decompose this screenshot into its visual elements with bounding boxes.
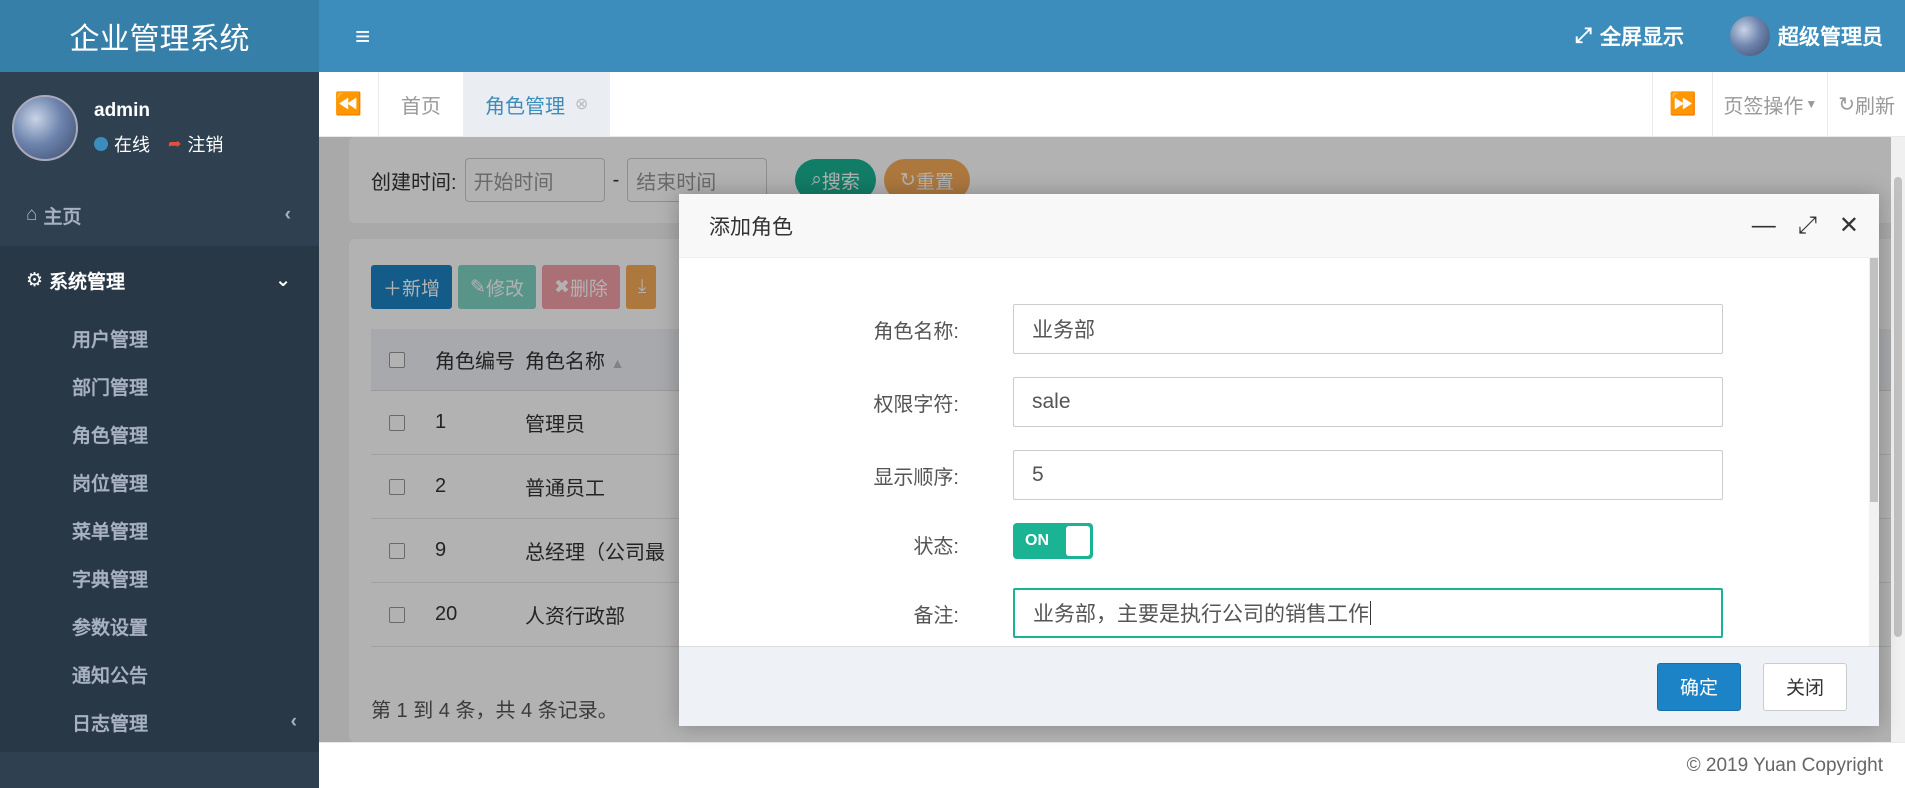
caret-down-icon: ▼: [1805, 97, 1818, 111]
dialog-title: 添加角色: [709, 215, 793, 239]
user-name: admin: [94, 99, 150, 121]
fullscreen-button[interactable]: ⤢ 全屏显示: [1575, 21, 1684, 51]
status-label: 状态:: [913, 536, 959, 558]
tab-label: 角色管理: [485, 95, 565, 118]
sidebar-item-label: 日志管理: [72, 713, 149, 735]
close-tab-icon[interactable]: ⊗: [575, 94, 588, 114]
expand-icon: ⤢: [1575, 24, 1592, 47]
tab-ops-label: 页签操作: [1723, 95, 1804, 118]
gear-icon: ⚙: [26, 269, 44, 291]
dialog-scrollbar-thumb[interactable]: [1870, 258, 1878, 502]
dialog-scrollbar[interactable]: [1869, 258, 1879, 646]
copyright-text: © 2019 Yuan Copyright: [1686, 754, 1883, 776]
fullscreen-label: 全屏显示: [1600, 26, 1684, 49]
sidebar-item-home[interactable]: ⌂ 主页 ‹: [0, 184, 319, 246]
display-order-label: 显示顺序:: [873, 466, 959, 489]
role-key-input[interactable]: sale: [1013, 377, 1723, 427]
page-scrollbar[interactable]: [1891, 137, 1905, 742]
minimize-icon[interactable]: —: [1752, 212, 1776, 240]
chevron-down-icon: ⌄: [275, 269, 291, 291]
dialog-header: 添加角色 — ⤢ ✕: [679, 194, 1879, 258]
sidebar-item-menus[interactable]: 菜单管理: [0, 506, 319, 554]
sidebar-item-dictionary[interactable]: 字典管理: [0, 554, 319, 602]
sidebar-item-logs[interactable]: 日志管理 ‹: [0, 698, 319, 746]
sidebar-item-roles[interactable]: 角色管理: [0, 410, 319, 458]
sidebar-item-system[interactable]: ⚙ 系统管理 ⌄: [0, 246, 319, 314]
logout-icon[interactable]: ➦: [168, 134, 181, 154]
toggle-knob: [1066, 525, 1090, 556]
user-avatar: [12, 95, 78, 161]
admin-user-menu[interactable]: 超级管理员: [1730, 16, 1883, 56]
role-key-label: 权限字符:: [873, 393, 959, 416]
tab-operations-dropdown[interactable]: 页签操作 ▼: [1712, 72, 1827, 136]
role-name-label: 角色名称:: [873, 320, 959, 343]
refresh-icon: ↻: [1838, 93, 1855, 116]
text-caret: [1370, 601, 1371, 625]
tabs-scroll-left-icon[interactable]: ⏪: [319, 72, 379, 136]
remark-label: 备注:: [913, 604, 959, 627]
tab-role-management[interactable]: 角色管理 ⊗: [463, 72, 611, 136]
refresh-button[interactable]: ↻ 刷新: [1827, 72, 1905, 136]
refresh-label: 刷新: [1855, 95, 1895, 118]
remark-value: 业务部，主要是执行公司的销售工作: [1033, 603, 1369, 626]
admin-name: 超级管理员: [1778, 26, 1883, 49]
dialog-body: 角色名称: 业务部 权限字符: sale 显示顺序: 5 状态: ON 备注: …: [679, 258, 1879, 646]
sidebar-item-label: 主页: [43, 206, 82, 228]
online-status: 在线: [114, 134, 150, 155]
top-header: ≡ ⤢ 全屏显示 超级管理员: [319, 0, 1905, 72]
user-panel: admin 在线 ➦ 注销: [0, 72, 319, 184]
app-logo[interactable]: 企业管理系统: [0, 0, 319, 72]
dialog-footer: 确定 关闭: [679, 646, 1879, 726]
sidebar-item-label: 系统管理: [49, 271, 126, 293]
home-icon: ⌂: [26, 204, 38, 225]
toggle-state-label: ON: [1025, 531, 1049, 549]
sidebar-item-notices[interactable]: 通知公告: [0, 650, 319, 698]
close-icon[interactable]: ✕: [1839, 211, 1859, 240]
maximize-icon[interactable]: ⤢: [1798, 212, 1817, 240]
system-submenu: 用户管理 部门管理 角色管理 岗位管理 菜单管理 字典管理 参数设置 通知公告 …: [0, 314, 319, 752]
sidebar-item-posts[interactable]: 岗位管理: [0, 458, 319, 506]
confirm-button[interactable]: 确定: [1656, 662, 1741, 711]
sidebar: 企业管理系统 admin 在线 ➦ 注销 ⌂ 主页 ‹ ⚙ 系统管理 ⌄ 用户管理 …: [0, 0, 319, 788]
online-status-icon: [94, 136, 108, 151]
tabs-bar: ⏪ 首页 角色管理 ⊗ ⏩ 页签操作 ▼ ↻ 刷新: [319, 72, 1905, 137]
scrollbar-thumb[interactable]: [1894, 177, 1902, 637]
role-name-input[interactable]: 业务部: [1013, 304, 1723, 354]
menu-toggle-icon[interactable]: ≡: [355, 21, 370, 52]
tabs-scroll-right-icon[interactable]: ⏩: [1652, 72, 1712, 136]
admin-avatar: [1730, 16, 1770, 56]
sidebar-item-users[interactable]: 用户管理: [0, 314, 319, 362]
sidebar-item-params[interactable]: 参数设置: [0, 602, 319, 650]
logout-link[interactable]: 注销: [187, 131, 223, 157]
remark-input[interactable]: 业务部，主要是执行公司的销售工作: [1013, 588, 1723, 638]
status-toggle[interactable]: ON: [1013, 522, 1093, 559]
tab-home[interactable]: 首页: [379, 72, 463, 136]
chevron-left-icon: ‹: [284, 204, 291, 225]
footer: © 2019 Yuan Copyright: [319, 742, 1905, 788]
display-order-input[interactable]: 5: [1013, 450, 1723, 500]
sidebar-item-departments[interactable]: 部门管理: [0, 362, 319, 410]
add-role-dialog: 添加角色 — ⤢ ✕ 角色名称: 业务部 权限字符: sale 显示顺序: 5 …: [679, 194, 1879, 726]
chevron-left-icon: ‹: [290, 711, 297, 732]
close-button[interactable]: 关闭: [1762, 662, 1847, 711]
